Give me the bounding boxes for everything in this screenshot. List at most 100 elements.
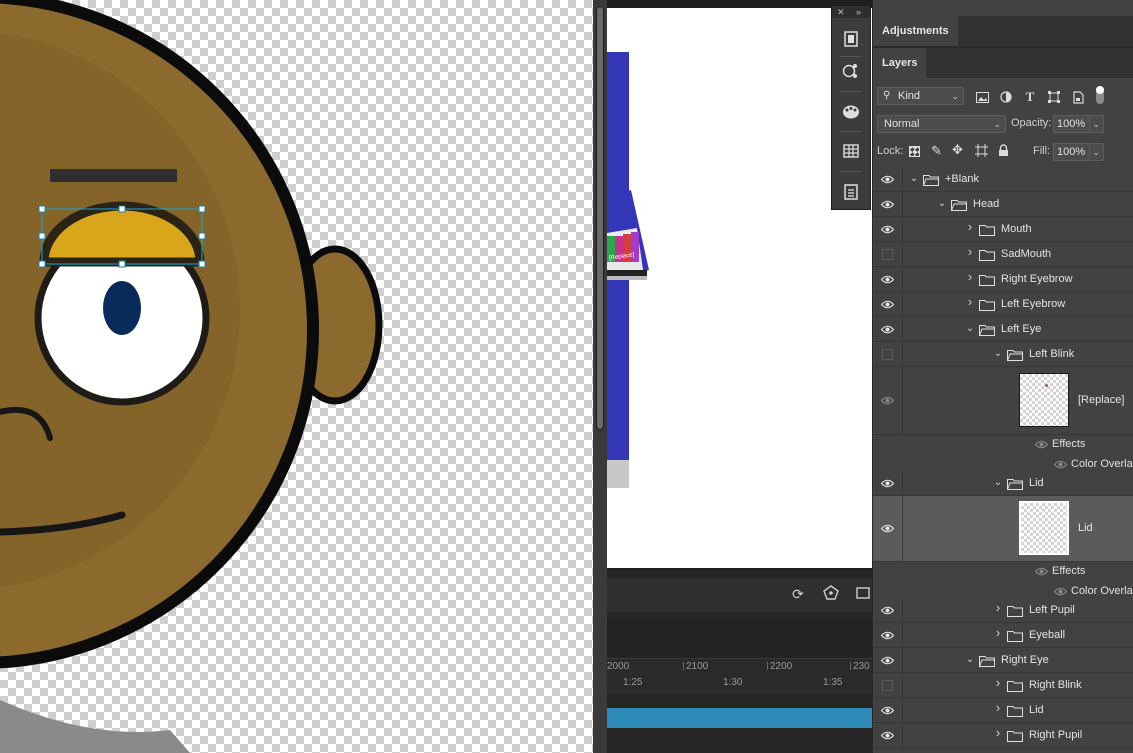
expand-panels-icon[interactable]: » [856,6,861,18]
visibility-toggle[interactable] [873,317,903,341]
folder-icon [979,225,995,236]
chevron-down-icon[interactable]: ⌄ [993,478,1003,488]
effects-label[interactable]: Effects [1052,438,1085,450]
chevron-right-icon[interactable]: › [965,220,975,233]
layer-group-eyeball[interactable]: › Eyeball [873,623,1133,648]
lock-move-icon[interactable]: ✥ [952,142,963,158]
effects-visibility-icon[interactable] [1034,440,1049,449]
layer-thumbnail[interactable] [1019,373,1069,427]
puppet-icon[interactable] [822,585,840,603]
visibility-toggle[interactable] [873,598,903,622]
layer-group-right-pupil[interactable]: › Right Pupil [873,723,1133,748]
layer-lid[interactable]: Lid [873,496,1133,562]
chevron-down-icon[interactable]: ⌄ [937,199,947,209]
filter-kind-dropdown[interactable]: ⚲ Kind ⌄ [877,87,964,105]
effects-label[interactable]: Effects [1052,565,1085,577]
visibility-toggle[interactable] [873,471,903,495]
visibility-off-box[interactable] [882,348,893,360]
timeline-ruler[interactable]: 2000 2100 2200 230 1:25 1:30 1:35 [607,658,872,694]
chevron-right-icon[interactable]: › [965,295,975,308]
visibility-toggle[interactable] [873,217,903,241]
chevron-right-icon[interactable]: › [965,245,975,258]
layer-group-lid[interactable]: › Lid [873,698,1133,723]
visibility-toggle[interactable] [873,292,903,316]
visibility-toggle[interactable] [873,623,903,647]
lock-all-icon[interactable] [998,144,1009,160]
layers-list[interactable]: ⌄ +Blank ⌄ Head › Mouth › SadMouth › Right Eyebro… [873,167,1133,753]
swatches-panel-icon[interactable] [838,99,864,125]
visibility-toggle[interactable] [873,723,903,747]
chevron-right-icon[interactable]: › [993,726,1003,739]
visibility-toggle[interactable] [873,673,903,697]
folder-open-icon [923,175,939,186]
color-overlay-visibility-icon[interactable] [1053,460,1068,469]
layer-name: Right Pupil [1029,729,1083,741]
adjustment-filter-icon[interactable] [998,89,1014,105]
lock-transparency-icon[interactable] [909,146,920,157]
chevron-down-icon[interactable]: ⌄ [909,174,919,184]
layer-group-right-eye[interactable]: ⌄ Right Eye [873,648,1133,673]
visibility-toggle[interactable] [873,496,903,561]
chevron-right-icon[interactable]: › [993,601,1003,614]
layer-group-left-blink[interactable]: ⌄ Left Blink [873,342,1133,367]
visibility-toggle[interactable] [873,192,903,216]
layer-group-head[interactable]: ⌄ Head [873,192,1133,217]
collapse-close-icon[interactable]: ✕ [837,6,845,18]
export-icon[interactable] [855,585,873,603]
chevron-right-icon[interactable]: › [965,270,975,283]
layer-group-right-blink[interactable]: › Right Blink [873,673,1133,698]
layer-group-sadmouth[interactable]: › SadMouth [873,242,1133,267]
layer-group-blank[interactable]: ⌄ +Blank [873,167,1133,192]
layer-replace[interactable]: [Replace] [873,367,1133,435]
image-filter-icon[interactable] [974,89,990,105]
layer-group-right-eyebrow[interactable]: › Right Eyebrow [873,267,1133,292]
blend-mode-dropdown[interactable]: Normal ⌄ [877,115,1006,133]
refresh-icon[interactable]: ⟳ [789,585,807,603]
tab-layers[interactable]: Layers [873,48,927,78]
lock-paint-icon[interactable]: ✎ [931,143,942,159]
chevron-down-icon[interactable]: ⌄ [993,349,1003,359]
timeline-track-bar[interactable] [607,708,872,728]
scrollbar-thumb[interactable] [596,6,604,430]
properties-panel-icon[interactable] [838,58,864,84]
lock-artboard-icon[interactable] [975,144,988,160]
visibility-toggle[interactable] [873,167,903,191]
visibility-toggle[interactable] [873,342,903,366]
smart-object-filter-icon[interactable] [1070,89,1086,105]
layer-group-mouth[interactable]: › Mouth [873,217,1133,242]
layers-tabbar: Layers [873,48,1133,78]
document-canvas[interactable] [0,0,593,753]
layer-group-left-eyebrow[interactable]: › Left Eyebrow [873,292,1133,317]
chevron-right-icon[interactable]: › [993,701,1003,714]
visibility-off-box[interactable] [882,248,893,260]
notes-panel-icon[interactable] [838,179,864,205]
layer-group-left-pupil[interactable]: › Left Pupil [873,598,1133,623]
chevron-down-icon[interactable]: ⌄ [965,655,975,665]
visibility-toggle[interactable] [873,648,903,672]
chevron-right-icon[interactable]: › [993,676,1003,689]
chevron-right-icon[interactable]: › [993,626,1003,639]
visibility-off-box[interactable] [882,679,893,691]
layer-thumbnail[interactable] [1019,501,1069,555]
color-overlay-label[interactable]: Color Overlay [1071,458,1133,470]
opacity-dropdown[interactable]: ⌄ [1089,115,1104,133]
folder-open-icon [1007,479,1023,490]
visibility-toggle[interactable] [873,242,903,266]
visibility-toggle[interactable] [873,367,903,434]
color-overlay-label[interactable]: Color Overlay [1071,585,1133,597]
fill-dropdown[interactable]: ⌄ [1089,143,1104,161]
chevron-down-icon[interactable]: ⌄ [965,324,975,334]
canvas-scrollbar[interactable] [593,0,607,753]
layer-group-lid[interactable]: ⌄ Lid [873,471,1133,496]
tab-adjustments[interactable]: Adjustments [873,16,958,46]
shape-filter-icon[interactable] [1046,89,1062,105]
layer-group-left-eye[interactable]: ⌄ Left Eye [873,317,1133,342]
color-overlay-visibility-icon[interactable] [1053,587,1068,596]
grid-panel-icon[interactable] [838,138,864,164]
filter-toggle-switch[interactable] [1096,86,1104,104]
type-filter-icon[interactable]: T [1022,89,1038,105]
history-panel-icon[interactable] [838,26,864,52]
effects-visibility-icon[interactable] [1034,567,1049,576]
visibility-toggle[interactable] [873,267,903,291]
visibility-toggle[interactable] [873,698,903,722]
